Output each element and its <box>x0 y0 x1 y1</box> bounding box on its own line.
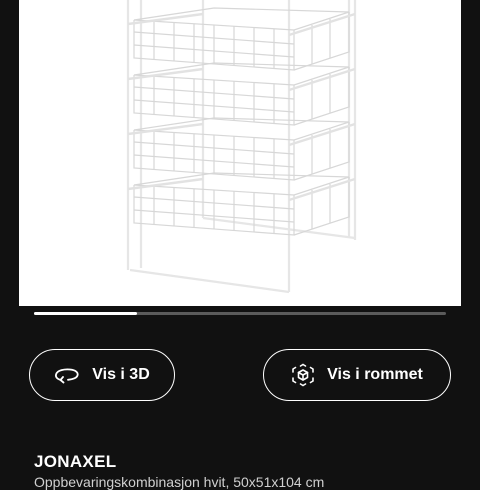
carousel-progress-fill <box>34 312 137 315</box>
product-name[interactable]: JONAXEL <box>34 452 116 472</box>
carousel-progress <box>34 312 446 315</box>
ar-cube-icon <box>291 363 315 387</box>
rotate-3d-icon <box>54 365 80 385</box>
product-description: Oppbevaringskombinasjon hvit, 50x51x104 … <box>34 474 325 490</box>
view-in-3d-button[interactable]: Vis i 3D <box>29 349 175 401</box>
view-in-room-label: Vis i rommet <box>327 366 423 383</box>
view-in-room-button[interactable]: Vis i rommet <box>263 349 451 401</box>
product-image[interactable] <box>19 0 461 306</box>
view-in-3d-label: Vis i 3D <box>92 366 150 383</box>
wire-basket-illustration <box>126 0 357 294</box>
